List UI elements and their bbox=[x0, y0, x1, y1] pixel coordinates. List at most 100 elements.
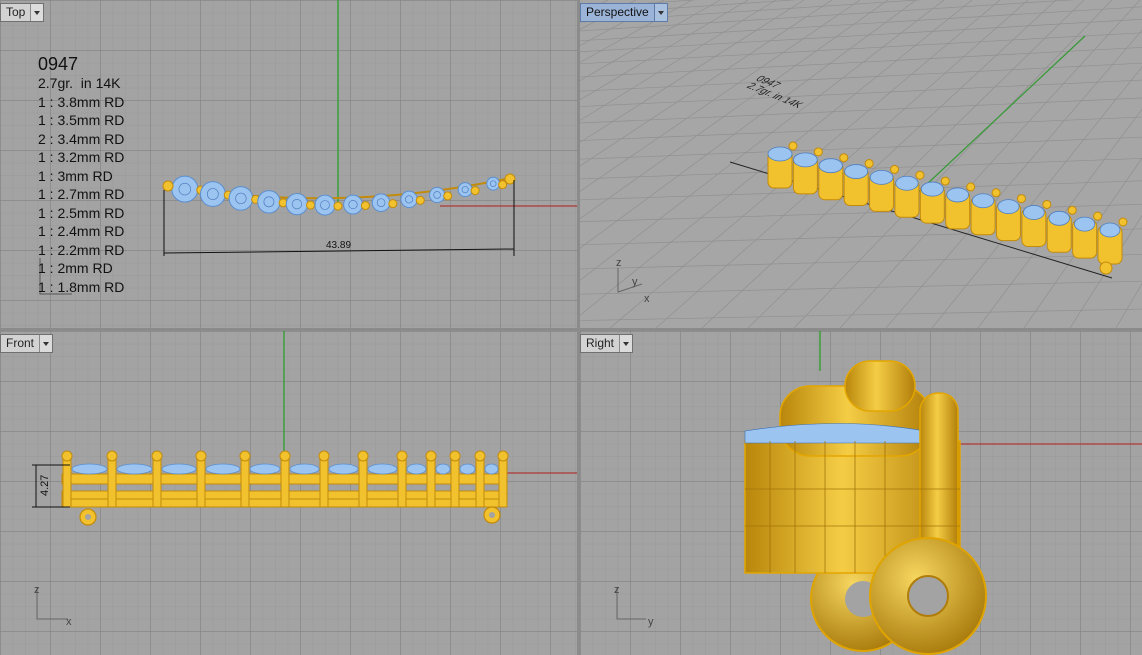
chevron-down-icon[interactable] bbox=[619, 335, 633, 352]
stone bbox=[767, 146, 793, 162]
post bbox=[152, 456, 162, 508]
perspective-viewport[interactable]: Perspective 0947 2.7gr. in 14K z y x bbox=[580, 0, 1142, 328]
stone-spec: 1 : 1.8mm RD bbox=[38, 278, 125, 295]
post-cap bbox=[195, 450, 207, 462]
stone bbox=[249, 463, 281, 475]
post-cap bbox=[106, 450, 118, 462]
post bbox=[450, 456, 460, 508]
stone-spec: 1 : 3mm RD bbox=[38, 167, 113, 184]
stone-spec: 2 : 3.4mm RD bbox=[38, 130, 125, 147]
post bbox=[426, 456, 436, 508]
gold-bead bbox=[360, 201, 370, 211]
stone bbox=[869, 169, 894, 185]
stone bbox=[435, 463, 451, 475]
right-scene: z y bbox=[614, 331, 1142, 655]
stone bbox=[171, 175, 199, 203]
top-viewport[interactable]: Top 0947 2.7gr. in 14K 1 : 3.8mm RD 1 : … bbox=[0, 0, 577, 328]
post-cap bbox=[940, 176, 950, 186]
stone bbox=[1099, 222, 1121, 238]
post-cap bbox=[991, 188, 1001, 198]
front-viewport[interactable]: Front 4.27 z x bbox=[0, 331, 577, 655]
post-cap bbox=[1042, 199, 1052, 209]
stone bbox=[400, 190, 418, 209]
post-cap bbox=[396, 450, 408, 462]
post-cap bbox=[839, 153, 849, 163]
model-weight: 2.7gr. in 14K bbox=[38, 75, 121, 91]
front-chain bbox=[61, 450, 509, 526]
post-cap bbox=[279, 450, 291, 462]
right-viewport-label: Right bbox=[586, 336, 615, 350]
right-viewport[interactable]: Right z y bbox=[580, 331, 1142, 655]
front-axis-gizmo bbox=[36, 587, 68, 620]
post-cap bbox=[357, 450, 369, 462]
model-number: 0947 bbox=[38, 54, 79, 74]
post-cap bbox=[864, 159, 874, 169]
stone bbox=[285, 193, 309, 216]
jump-ring-hole bbox=[85, 514, 91, 520]
stone-spec: 1 : 3.2mm RD bbox=[38, 149, 125, 165]
x-axis-label: x bbox=[66, 616, 72, 628]
y-axis-line bbox=[909, 35, 1086, 201]
stone bbox=[920, 181, 944, 197]
post bbox=[475, 456, 485, 508]
right-viewport-tab[interactable]: Right bbox=[580, 334, 634, 353]
gold-bead bbox=[415, 195, 425, 205]
front-viewport-label: Front bbox=[6, 336, 35, 350]
chevron-down-icon[interactable] bbox=[39, 335, 53, 352]
stone bbox=[793, 152, 818, 168]
front-viewport-tab[interactable]: Front bbox=[0, 334, 54, 353]
stone bbox=[371, 193, 391, 212]
post-cap bbox=[61, 450, 73, 462]
perspective-viewport-label: Perspective bbox=[586, 5, 649, 19]
stone-spec: 1 : 2mm RD bbox=[38, 260, 113, 276]
stone bbox=[818, 158, 843, 174]
stone-spec: 1 : 2.7mm RD bbox=[38, 186, 125, 202]
model-annotation: 0947 2.7gr. in 14K 1 : 3.8mm RD 1 : 3.5m… bbox=[38, 54, 124, 296]
stone bbox=[257, 190, 281, 214]
stone bbox=[71, 463, 108, 475]
perspective-viewport-tab[interactable]: Perspective bbox=[580, 3, 668, 22]
post-cap bbox=[425, 450, 437, 462]
chevron-down-icon[interactable] bbox=[30, 4, 44, 21]
height-dimension-label: 4.27 bbox=[39, 475, 51, 496]
gold-bead bbox=[306, 200, 316, 210]
gold-bead bbox=[333, 201, 343, 211]
jump-ring-hole bbox=[489, 512, 495, 518]
stone bbox=[971, 193, 995, 209]
gold-bead bbox=[443, 191, 453, 201]
post bbox=[107, 456, 117, 508]
z-axis-label: z bbox=[34, 584, 40, 596]
stone bbox=[457, 182, 473, 198]
chevron-down-icon[interactable] bbox=[653, 4, 667, 21]
gold-bead bbox=[470, 186, 480, 196]
viewport-layout: Top 0947 2.7gr. in 14K 1 : 3.8mm RD 1 : … bbox=[0, 0, 1142, 655]
stone bbox=[406, 463, 427, 475]
stone bbox=[161, 463, 197, 475]
z-axis-label: z bbox=[616, 257, 622, 269]
post-cap bbox=[813, 147, 823, 157]
stone bbox=[946, 187, 970, 203]
perspective-axis-gizmo bbox=[617, 268, 643, 293]
stone bbox=[228, 186, 254, 211]
stone-spec: 1 : 3.8mm RD bbox=[38, 93, 125, 110]
post-cap bbox=[449, 450, 461, 462]
stone bbox=[205, 463, 241, 475]
stone bbox=[343, 194, 363, 215]
y-axis-label: y bbox=[632, 276, 638, 288]
y-axis-label: y bbox=[648, 616, 654, 628]
z-axis-label: z bbox=[614, 584, 620, 596]
post-cap bbox=[1067, 205, 1077, 215]
top-chain bbox=[162, 173, 516, 216]
stone-spec: 1 : 2.2mm RD bbox=[38, 241, 125, 258]
top-viewport-label: Top bbox=[6, 5, 26, 19]
gold-bead bbox=[388, 199, 398, 209]
stone bbox=[997, 199, 1020, 215]
stone-spec: 1 : 2.4mm RD bbox=[38, 223, 125, 239]
post-cap bbox=[1093, 211, 1103, 221]
post bbox=[498, 456, 508, 508]
gold-bead bbox=[278, 198, 288, 208]
right-axis-gizmo bbox=[616, 587, 646, 620]
top-viewport-tab[interactable]: Top bbox=[0, 3, 45, 22]
post bbox=[319, 456, 329, 508]
perspective-annotation-ghost: 0947 2.7gr. in 14K bbox=[743, 74, 806, 110]
